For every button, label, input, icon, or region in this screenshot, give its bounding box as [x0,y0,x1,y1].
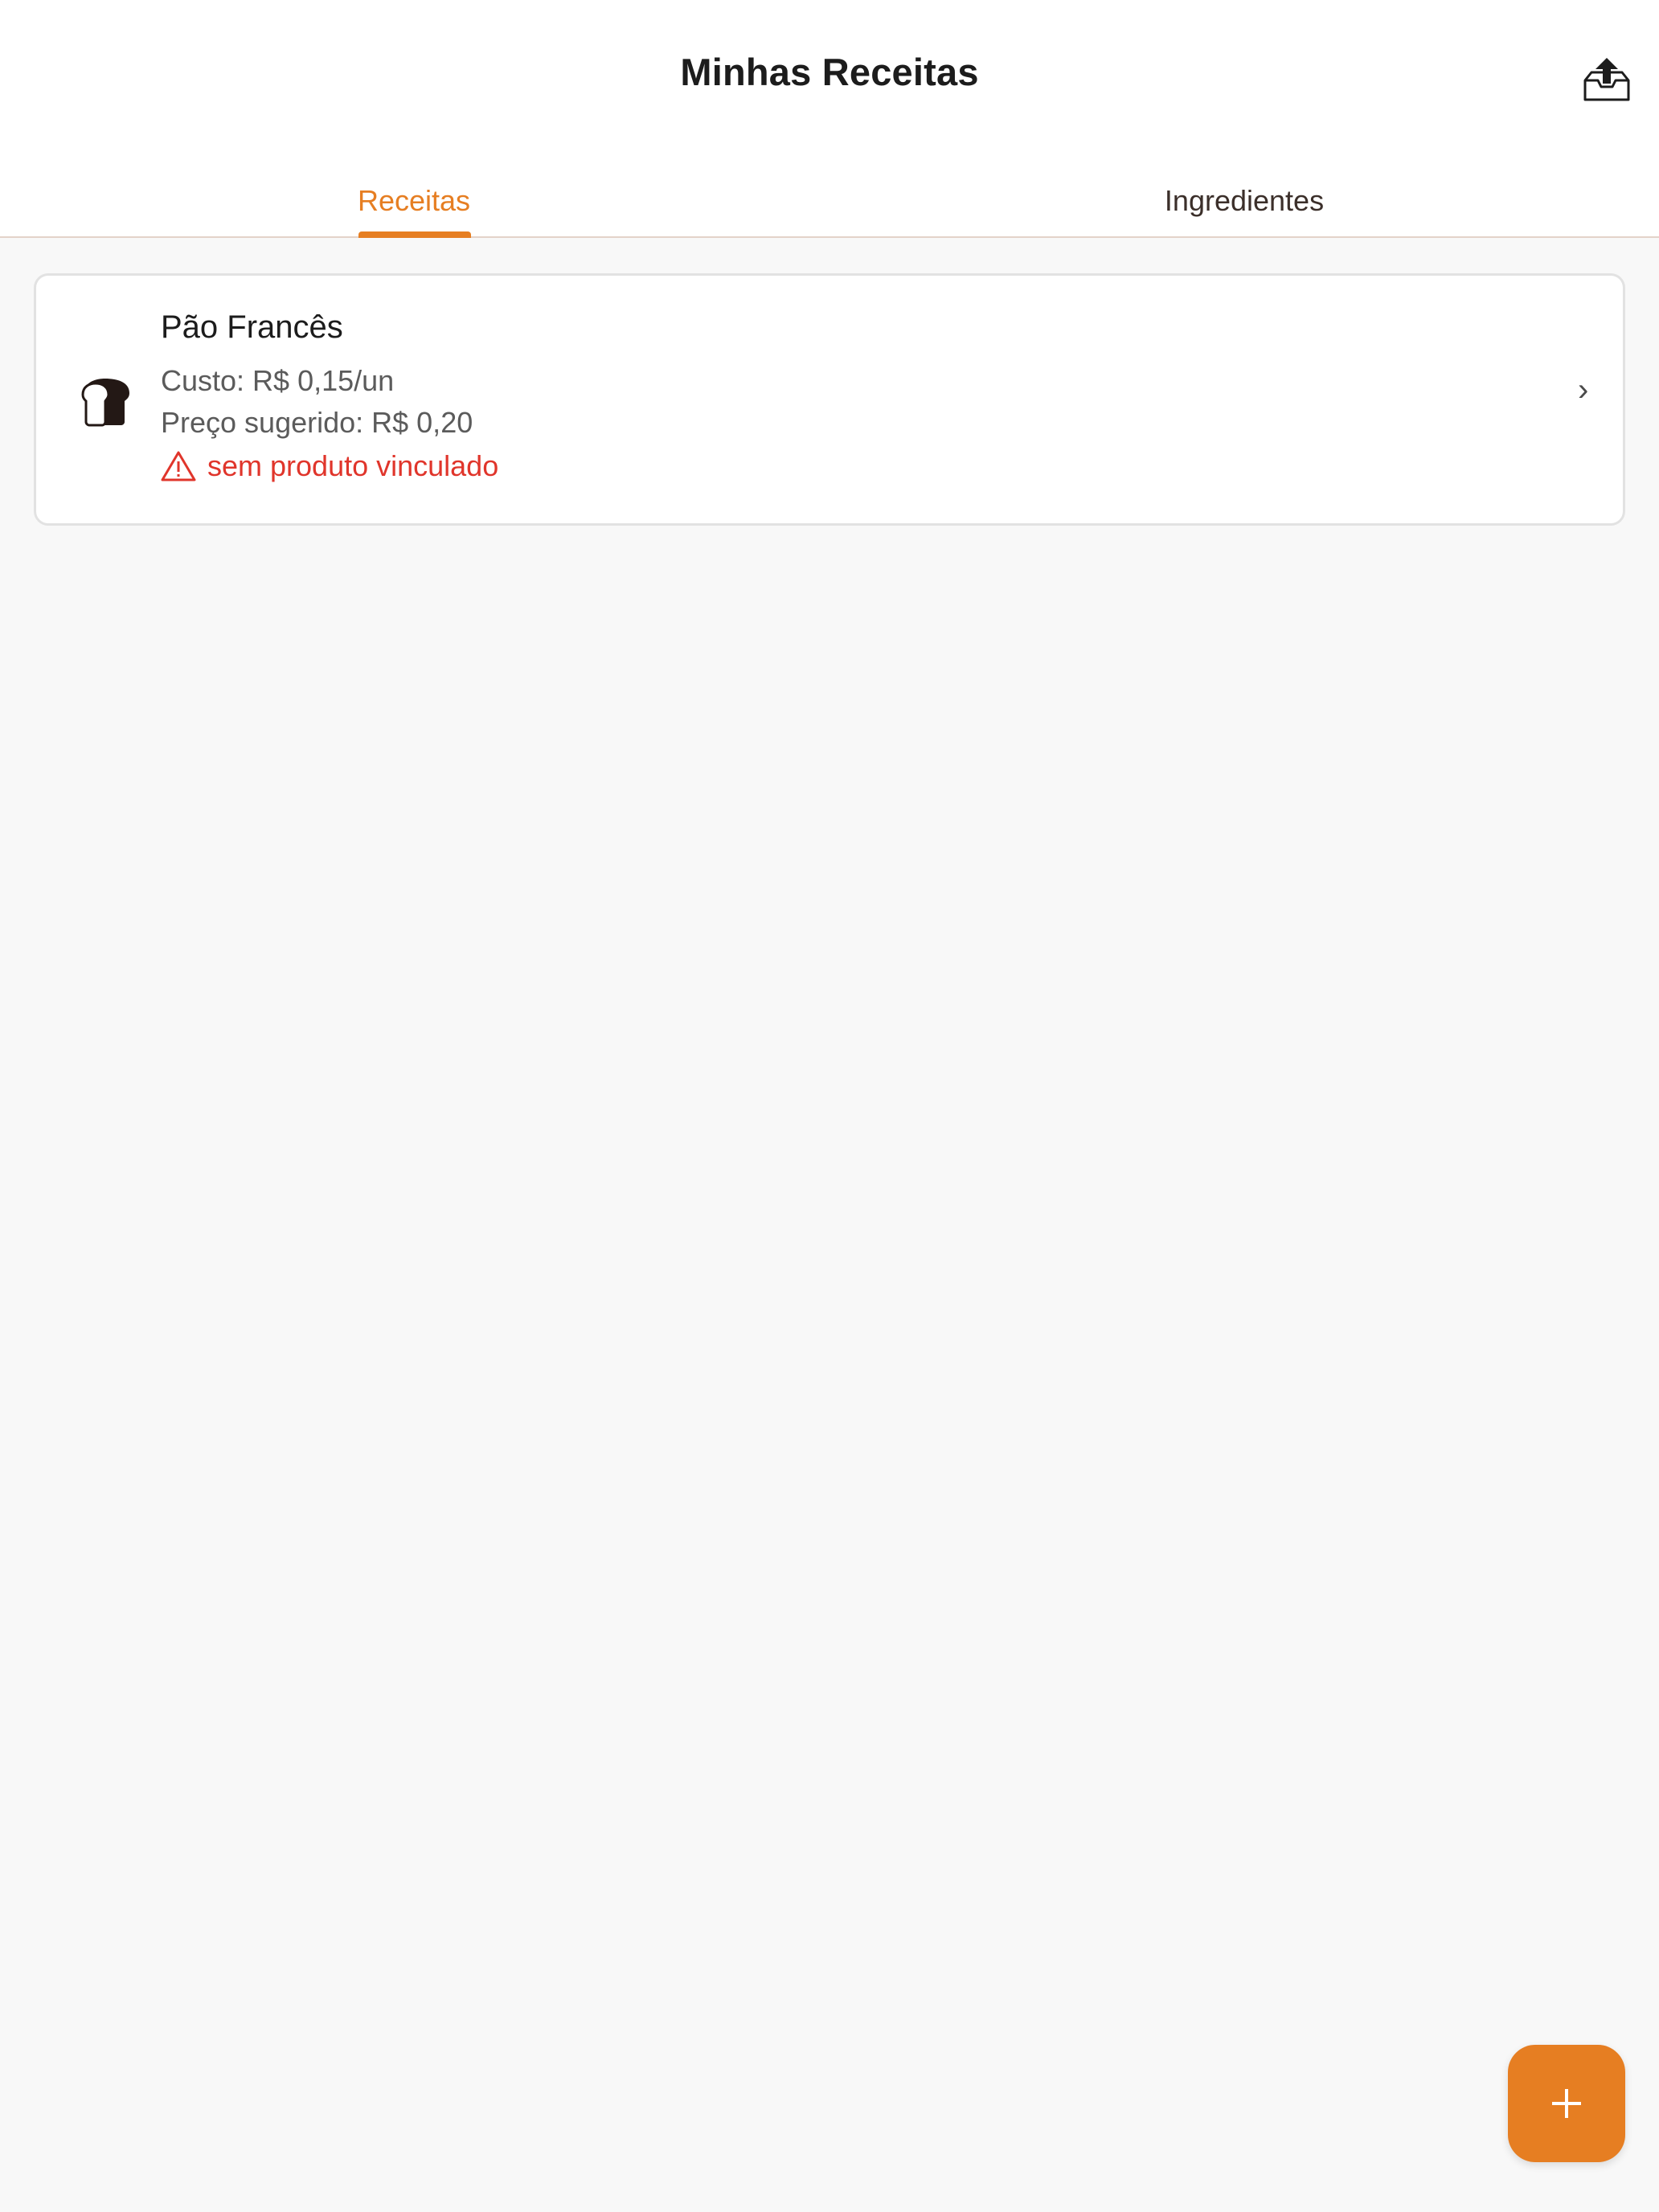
recipe-name: Pão Francês [161,309,343,345]
tab-receitas-label: Receitas [357,184,471,217]
active-tab-indicator [358,231,471,238]
recipe-warning: sem produto vinculado [161,449,498,483]
app-header: Minhas Receitas Receitas Ingredientes [0,0,1659,238]
chevron-right-icon: › [1578,372,1589,408]
recipe-card[interactable]: Pão Francês Custo: R$ 0,15/un Preço suge… [34,273,1625,526]
add-recipe-button[interactable] [1508,2045,1625,2162]
recipe-warning-text: sem produto vinculado [207,449,499,482]
recipe-cost: Custo: R$ 0,15/un [161,364,395,397]
share-upload-icon [1583,58,1630,101]
warning-icon [161,451,196,481]
recipe-suggested-price: Preço sugerido: R$ 0,20 [161,406,473,439]
bread-icon [78,372,134,428]
plus-icon [1552,2089,1581,2118]
page-title: Minhas Receitas [680,51,979,93]
share-button[interactable] [1582,56,1632,103]
tab-receitas[interactable]: Receitas [265,158,563,238]
tab-ingredientes[interactable]: Ingredientes [1096,158,1393,238]
tab-ingredientes-label: Ingredientes [1164,184,1325,217]
